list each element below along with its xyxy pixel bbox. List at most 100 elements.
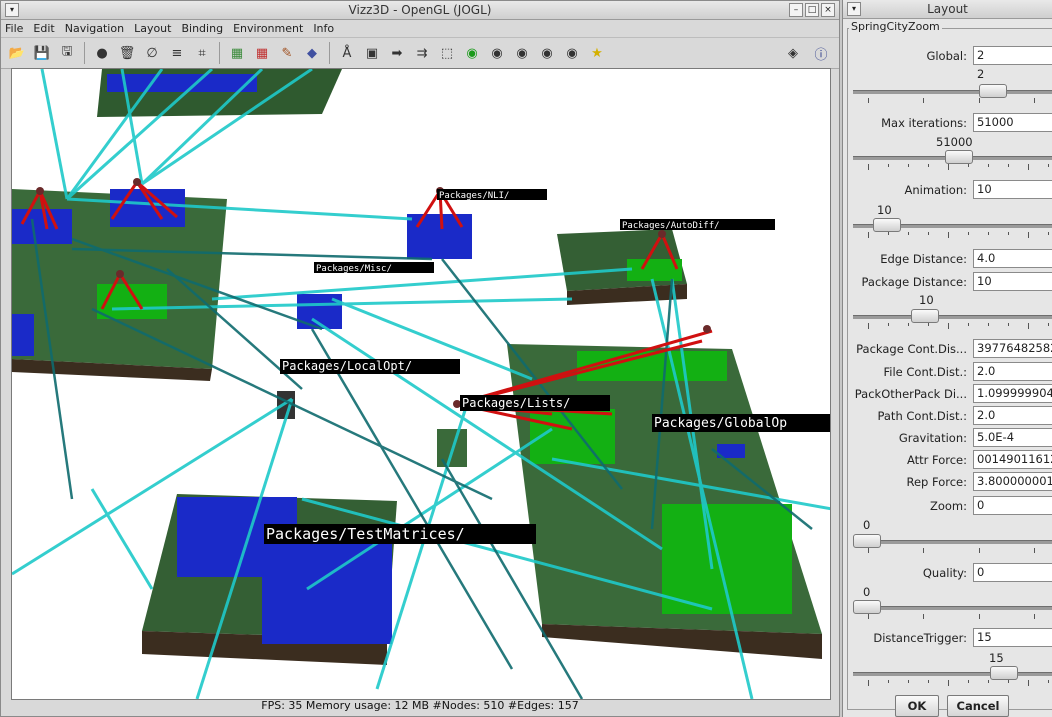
menu-environment[interactable]: Environment [233,22,303,35]
save-icon[interactable]: 💾 [32,43,52,63]
green-circle-icon[interactable]: ◉ [462,43,482,63]
minimize-icon[interactable]: – [789,3,803,17]
menu-binding[interactable]: Binding [181,22,223,35]
label-globalop: Packages/GlobalOp [654,416,787,431]
toolbar-separator [84,42,85,64]
packother-input[interactable]: 1.0999999046 [973,384,1052,403]
block-base [12,209,72,244]
close-icon[interactable]: × [821,3,835,17]
path-cont-label: Path Cont.Dist.: [877,408,967,423]
3d-viewport[interactable]: Packages/NLI/ Packages/AutoDiff/ Package… [11,68,831,700]
maximize-icon[interactable]: □ [805,3,819,17]
distance-trigger-input[interactable]: 15 [973,628,1052,647]
menu-navigation[interactable]: Navigation [65,22,124,35]
star-icon[interactable]: ★ [587,43,607,63]
block-base-2 [110,189,185,227]
person-icon[interactable]: Å [337,43,357,63]
scene-graphic: Packages/NLI/ Packages/AutoDiff/ Package… [12,69,830,699]
grid-red-icon[interactable]: ▦ [252,43,272,63]
gravitation-input[interactable]: 5.0E-4 [973,428,1052,447]
attr-force-label: Attr Force: [906,452,967,467]
grid-icon[interactable]: ▦ [227,43,247,63]
file-cont-row: File Cont.Dist.: 2.0 [851,362,1052,381]
max-iterations-row: Max iterations: 51000 [851,113,1052,132]
distance-trigger-label: DistanceTrigger: [873,630,967,645]
animation-label: Animation: [904,182,967,197]
rep-force-input[interactable]: 3.800000001 [973,472,1052,491]
max-iterations-slider[interactable] [853,148,1052,172]
global-slider[interactable] [853,82,1052,106]
file-cont-input[interactable]: 2.0 [973,362,1052,381]
menu-layout[interactable]: Layout [134,22,171,35]
label-lists: Packages/Lists/ [462,396,570,410]
eye-icon[interactable]: ◉ [562,43,582,63]
vizz3d-window: ▾ Vizz3D - OpenGL (JOGL) – □ × File Edit… [0,0,840,717]
label-nli: Packages/NLI/ [439,191,509,201]
quality-row: Quality: 0 [851,563,1052,582]
block-nli [407,214,472,259]
save-as-icon[interactable]: 🖫 [57,43,77,63]
eye-icon[interactable]: ◉ [512,43,532,63]
main-titlebar[interactable]: ▾ Vizz3D - OpenGL (JOGL) – □ × [1,1,839,20]
trash-icon[interactable]: 🗑 [117,43,137,63]
zoom-slider[interactable] [853,532,1052,556]
toolbar-separator [219,42,220,64]
layout-icon[interactable]: ≡ [167,43,187,63]
path-cont-input[interactable]: 2.0 [973,406,1052,425]
max-iterations-slider-value: 51000 [936,135,973,149]
block-testmatrices-2 [262,539,392,644]
menu-file[interactable]: File [5,22,23,35]
status-bar: FPS: 35 Memory usage: 12 MB #Nodes: 510 … [261,699,579,712]
paint-icon[interactable]: ✎ [277,43,297,63]
package-cont-row: Package Cont.Dis... 39776482582 [851,339,1052,358]
package-distance-input[interactable]: 10 [973,272,1052,291]
package-distance-slider[interactable] [853,307,1052,331]
eye-icon[interactable]: ◉ [537,43,557,63]
zoom-input[interactable]: 0 [973,496,1052,515]
menu-edit[interactable]: Edit [33,22,54,35]
attr-force-input[interactable]: 00149011612 [973,450,1052,469]
distance-trigger-slider-value: 15 [989,651,1004,665]
layout-titlebar[interactable]: ▾ Layout [843,0,1052,19]
toolbar-separator [329,42,330,64]
menu-info[interactable]: Info [313,22,334,35]
sphere-icon[interactable]: ● [92,43,112,63]
arrows-icon[interactable]: ⇉ [412,43,432,63]
eye-icon[interactable]: ◉ [487,43,507,63]
distance-trigger-row: DistanceTrigger: 15 [851,628,1052,647]
block-top [107,74,257,92]
animation-input[interactable]: 10 [973,180,1052,199]
path-cont-row: Path Cont.Dist.: 2.0 [851,406,1052,425]
edge-distance-input[interactable]: 4.0 [973,249,1052,268]
cancel-button[interactable]: Cancel [947,695,1009,717]
file-cont-label: File Cont.Dist.: [883,364,968,379]
edge-distance-row: Edge Distance: 4.0 [851,249,1052,268]
group-title: SpringCityZoom [849,20,942,33]
toolbar: 📂 💾 🖫 ● 🗑 ∅ ≡ ⌗ ▦ ▦ ✎ ◆ Å ▣ ➡ ⇉ ⬚ ◉ ◉ ◉ … [1,38,839,69]
global-row: Global: 2 [851,46,1052,65]
selection-icon[interactable]: ⬚ [437,43,457,63]
package-distance-slider-value: 10 [919,293,934,307]
ok-button[interactable]: OK [895,695,939,717]
animation-slider[interactable] [853,216,1052,240]
quality-slider[interactable] [853,598,1052,622]
open-folder-icon[interactable]: 📂 [7,43,27,63]
text-box-icon[interactable]: ▣ [362,43,382,63]
max-iterations-input[interactable]: 51000 [973,113,1052,132]
fit-view-icon[interactable]: ⌗ [192,43,212,63]
info-icon[interactable]: ⓘ [811,43,831,63]
bucket-icon[interactable]: ◆ [302,43,322,63]
arrow-right-icon[interactable]: ➡ [387,43,407,63]
zoom-row: Zoom: 0 [851,496,1052,515]
package-cont-input[interactable]: 39776482582 [973,339,1052,358]
label-testmatrices: Packages/TestMatrices/ [266,525,465,543]
label-autodiff: Packages/AutoDiff/ [622,221,720,231]
distance-trigger-slider[interactable] [853,664,1052,688]
block-left-edge [12,314,34,356]
global-input[interactable]: 2 [973,46,1052,65]
animation-slider-value: 10 [877,203,892,217]
layout-panel: ▾ Layout SpringCityZoom Global: 2 2 Max … [842,0,1052,717]
diamond-icon[interactable]: ◈ [783,43,803,63]
lasso-icon[interactable]: ∅ [142,43,162,63]
quality-input[interactable]: 0 [973,563,1052,582]
